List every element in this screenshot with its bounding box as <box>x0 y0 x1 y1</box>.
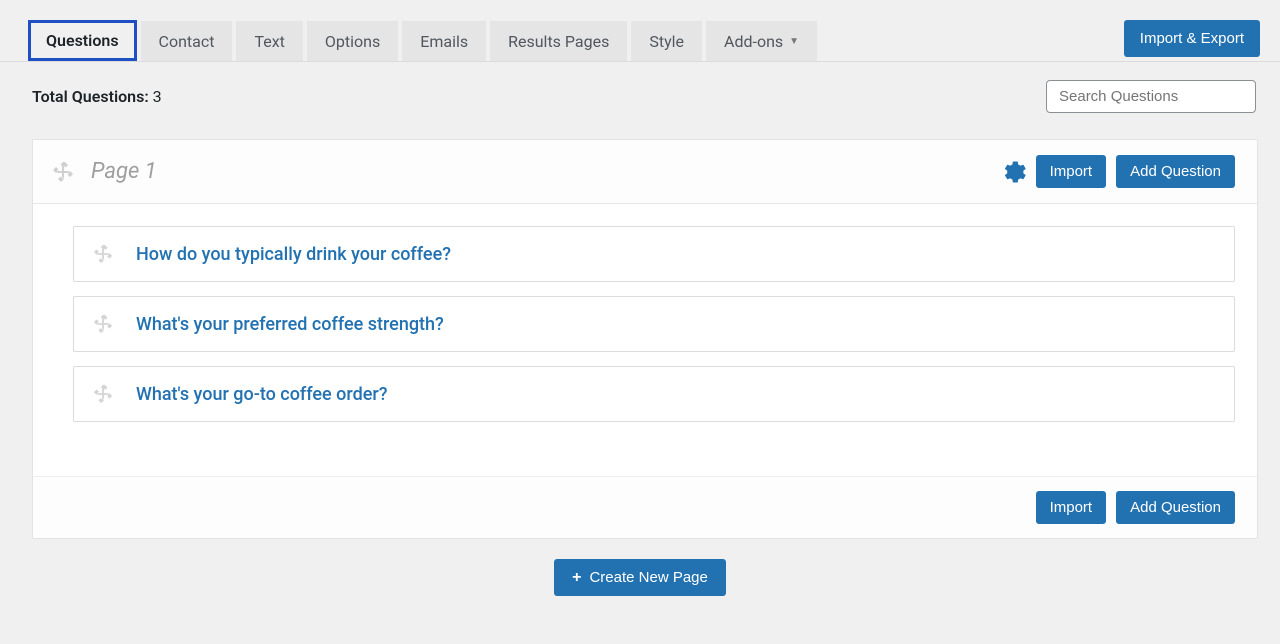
question-title[interactable]: What's your go-to coffee order? <box>136 384 387 405</box>
total-questions: Total Questions: 3 <box>32 87 162 106</box>
questions-list: How do you typically drink your coffee? … <box>33 204 1257 476</box>
total-value: 3 <box>153 87 162 106</box>
page-actions: Import Add Question <box>1002 155 1235 188</box>
import-button[interactable]: Import <box>1036 155 1107 188</box>
drag-handle-icon[interactable] <box>92 313 114 335</box>
create-new-page-label: Create New Page <box>589 569 707 586</box>
tab-label: Results Pages <box>508 32 609 51</box>
sub-header: Total Questions: 3 <box>0 62 1280 131</box>
question-title[interactable]: How do you typically drink your coffee? <box>136 244 451 265</box>
create-page-wrap: + Create New Page <box>0 539 1280 610</box>
import-button-footer[interactable]: Import <box>1036 491 1107 524</box>
drag-handle-icon[interactable] <box>51 160 75 184</box>
total-label: Total Questions: <box>32 87 149 106</box>
tab-emails[interactable]: Emails <box>402 21 486 61</box>
tab-options[interactable]: Options <box>307 21 398 61</box>
tab-label: Add-ons <box>724 32 783 51</box>
page-header: Page 1 Import Add Question <box>33 140 1257 204</box>
plus-icon: + <box>572 570 581 586</box>
add-question-button[interactable]: Add Question <box>1116 155 1235 188</box>
tab-label: Questions <box>46 31 119 50</box>
tab-label: Style <box>649 32 684 51</box>
page-block: Page 1 Import Add Question How do you ty… <box>32 139 1258 539</box>
add-question-button-footer[interactable]: Add Question <box>1116 491 1235 524</box>
question-row[interactable]: What's your preferred coffee strength? <box>73 296 1235 352</box>
tab-label: Options <box>325 32 380 51</box>
search-input[interactable] <box>1046 80 1256 113</box>
tab-text[interactable]: Text <box>236 21 302 61</box>
drag-handle-icon[interactable] <box>92 383 114 405</box>
tab-questions[interactable]: Questions <box>28 20 137 61</box>
tab-label: Emails <box>420 32 468 51</box>
tab-style[interactable]: Style <box>631 21 702 61</box>
drag-handle-icon[interactable] <box>92 243 114 265</box>
tab-results-pages[interactable]: Results Pages <box>490 21 627 61</box>
page-title: Page 1 <box>91 159 1002 184</box>
tabs-bar: Questions Contact Text Options Emails Re… <box>0 0 1280 62</box>
tab-contact[interactable]: Contact <box>141 21 233 61</box>
gear-icon[interactable] <box>1002 160 1026 184</box>
search-wrap <box>1046 80 1256 113</box>
import-export-button[interactable]: Import & Export <box>1124 20 1260 57</box>
page-footer: Import Add Question <box>33 476 1257 538</box>
create-new-page-button[interactable]: + Create New Page <box>554 559 726 596</box>
chevron-down-icon: ▼ <box>789 36 799 47</box>
tab-label: Text <box>254 32 284 51</box>
question-row[interactable]: How do you typically drink your coffee? <box>73 226 1235 282</box>
tab-label: Contact <box>159 32 215 51</box>
tab-addons[interactable]: Add-ons ▼ <box>706 21 817 61</box>
question-title[interactable]: What's your preferred coffee strength? <box>136 314 444 335</box>
question-row[interactable]: What's your go-to coffee order? <box>73 366 1235 422</box>
